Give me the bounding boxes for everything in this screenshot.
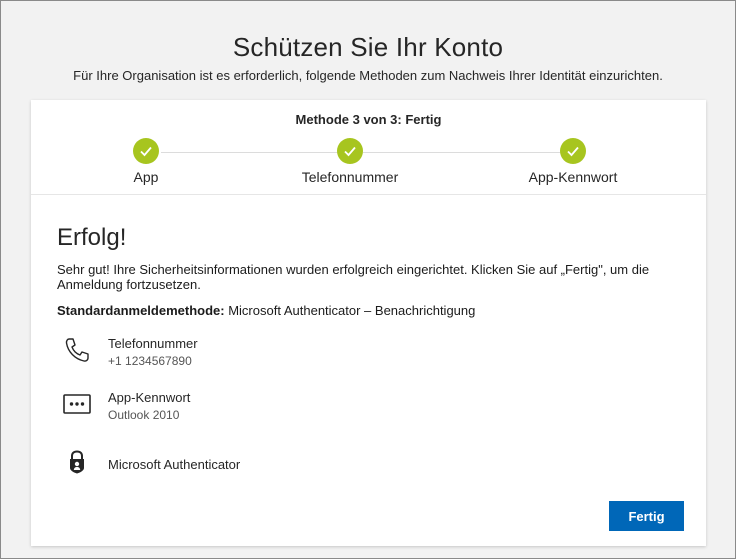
method-item-app-password: App-Kennwort Outlook 2010 bbox=[57, 390, 457, 430]
progress-step-app-password: App-Kennwort bbox=[493, 138, 653, 185]
success-heading: Erfolg! bbox=[57, 224, 127, 251]
authenticator-lock-icon bbox=[63, 448, 91, 476]
check-icon bbox=[133, 138, 159, 164]
setup-card: Methode 3 von 3: Fertig App Telefonnumme… bbox=[31, 100, 706, 546]
method-name: Microsoft Authenticator bbox=[108, 457, 241, 472]
page-title: Schützen Sie Ihr Konto bbox=[232, 32, 504, 63]
progress-title: Methode 3 von 3: Fertig bbox=[295, 112, 442, 127]
check-icon bbox=[337, 138, 363, 164]
method-detail: Outlook 2010 bbox=[108, 408, 180, 422]
phone-icon bbox=[63, 336, 91, 364]
method-name: App-Kennwort bbox=[108, 390, 191, 405]
progress-step-label: App bbox=[133, 169, 159, 185]
method-detail: +1 1234567890 bbox=[108, 354, 192, 368]
success-message: Sehr gut! Ihre Sicherheitsinformationen … bbox=[57, 262, 650, 292]
method-item-phone: Telefonnummer +1 1234567890 bbox=[57, 336, 457, 376]
default-method-value: Microsoft Authenticator – Benachrichtigu… bbox=[228, 303, 476, 318]
progress-step-app: App bbox=[66, 138, 226, 185]
method-name: Telefonnummer bbox=[108, 336, 198, 351]
progress-step-label: Telefonnummer bbox=[301, 169, 399, 185]
progress-step-label: App-Kennwort bbox=[528, 169, 618, 185]
check-icon bbox=[560, 138, 586, 164]
progress-step-phone: Telefonnummer bbox=[270, 138, 430, 185]
done-button[interactable]: Fertig bbox=[609, 501, 684, 531]
default-method-label: Standardanmeldemethode: bbox=[57, 303, 225, 318]
progress-header: Methode 3 von 3: Fertig App Telefonnumme… bbox=[31, 100, 706, 195]
default-method: Standardanmeldemethode: Microsoft Authen… bbox=[57, 303, 475, 318]
page-subtitle: Für Ihre Organisation ist es erforderlic… bbox=[73, 68, 663, 83]
password-icon bbox=[63, 390, 91, 418]
method-item-authenticator: Microsoft Authenticator bbox=[57, 448, 457, 488]
